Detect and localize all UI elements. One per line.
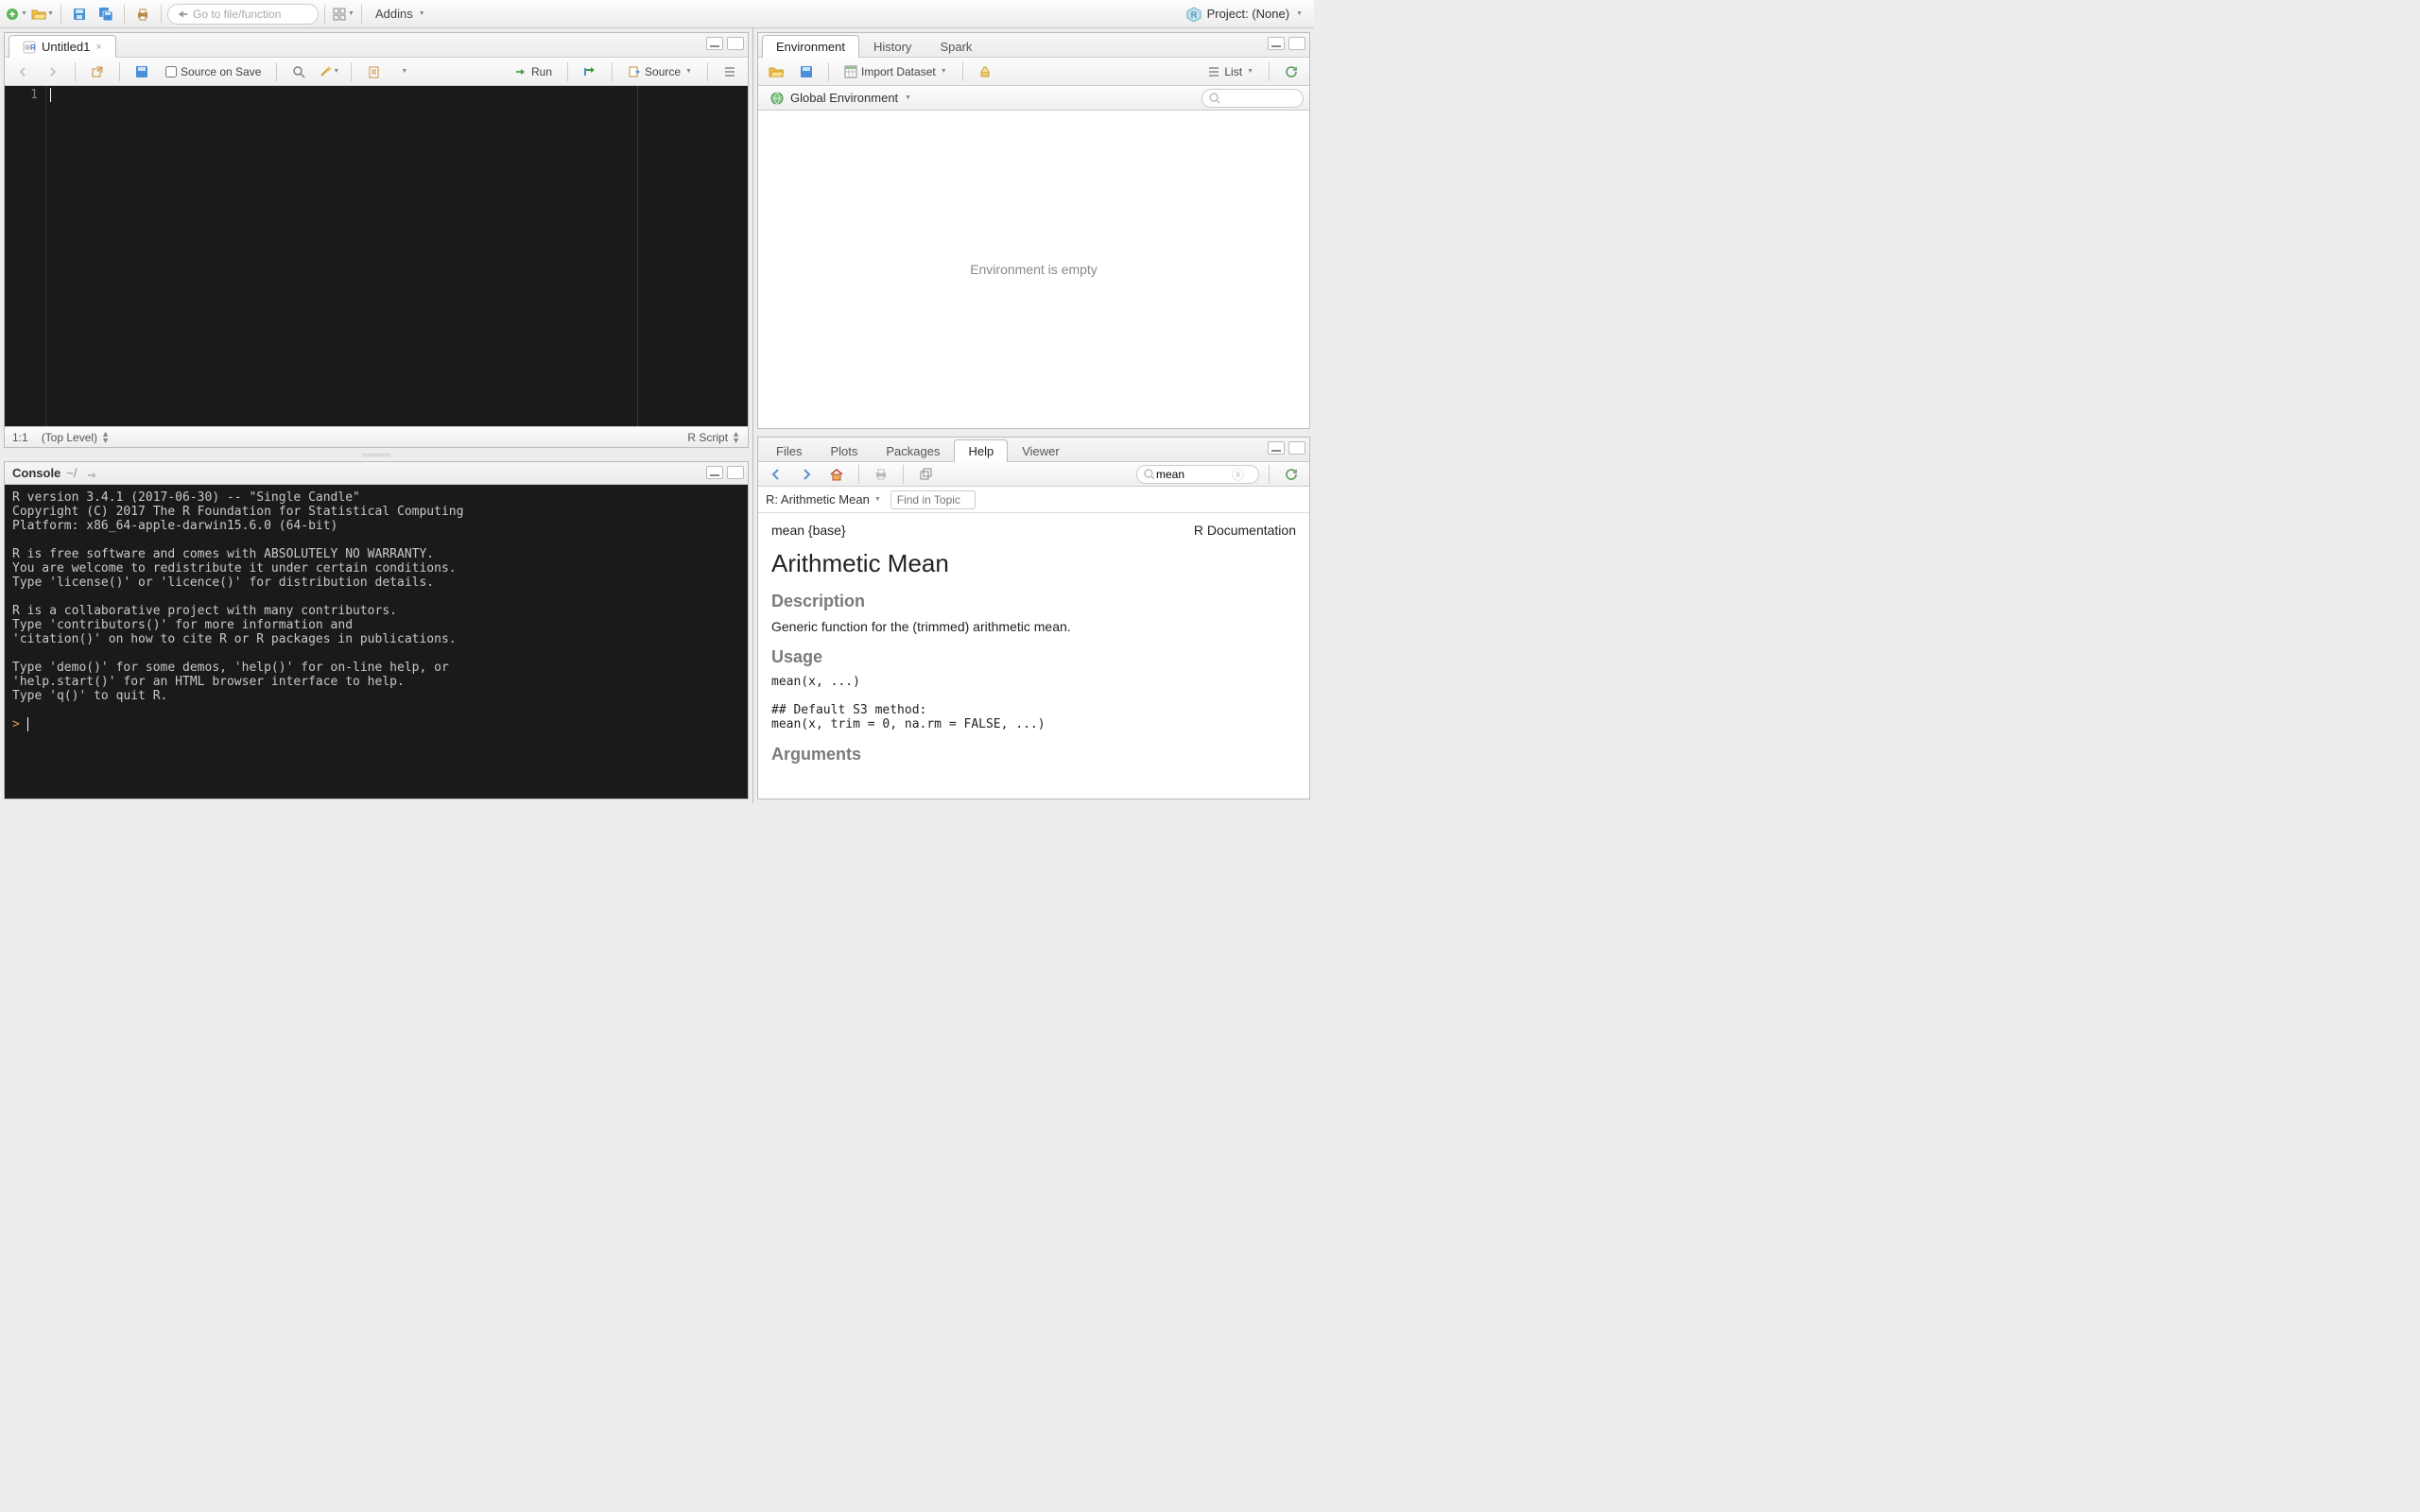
env-search-input[interactable] bbox=[1201, 89, 1304, 108]
env-maximize-button[interactable] bbox=[1288, 37, 1305, 50]
nav-back-button[interactable] bbox=[10, 61, 35, 82]
console-output[interactable]: R version 3.4.1 (2017-06-30) -- "Single … bbox=[5, 485, 748, 799]
r-project-icon: R bbox=[1186, 7, 1201, 22]
help-maximize-button[interactable] bbox=[1288, 441, 1305, 455]
env-scopebar: Global Environment ▼ bbox=[758, 86, 1309, 111]
save-all-button[interactable] bbox=[94, 4, 118, 25]
find-in-topic-input[interactable] bbox=[890, 490, 976, 509]
env-tabs: Environment History Spark bbox=[758, 33, 1309, 58]
rerun-button[interactable] bbox=[578, 61, 602, 82]
help-newwin-button[interactable] bbox=[913, 464, 938, 485]
help-signature: mean {base} bbox=[771, 523, 846, 538]
console-maximize-button[interactable] bbox=[727, 466, 744, 479]
svg-text:R: R bbox=[30, 43, 36, 52]
import-dataset-button[interactable]: Import Dataset ▼ bbox=[838, 63, 953, 80]
help-minimize-button[interactable] bbox=[1268, 441, 1285, 455]
new-file-button[interactable]: ▼ bbox=[4, 4, 28, 25]
file-type-selector[interactable]: R Script bbox=[687, 431, 728, 444]
code-editor[interactable]: 1 bbox=[5, 86, 748, 426]
globe-icon bbox=[769, 91, 785, 106]
close-tab-icon[interactable]: × bbox=[95, 42, 101, 53]
nav-fwd-button[interactable] bbox=[41, 61, 65, 82]
editor-gutter: 1 bbox=[5, 86, 46, 426]
save-workspace-button[interactable] bbox=[794, 61, 819, 82]
env-view-mode[interactable]: List ▼ bbox=[1201, 63, 1259, 80]
tab-files[interactable]: Files bbox=[762, 439, 816, 462]
source-toolbar: Source on Save ▼ ▼ Run Source bbox=[5, 58, 748, 86]
help-print-button[interactable] bbox=[869, 464, 893, 485]
help-back-button[interactable] bbox=[764, 464, 788, 485]
source-button[interactable]: Source ▼ bbox=[622, 63, 698, 80]
help-content[interactable]: mean {base} R Documentation Arithmetic M… bbox=[758, 513, 1309, 799]
env-minimize-button[interactable] bbox=[1268, 37, 1285, 50]
goto-placeholder: Go to file/function bbox=[193, 8, 281, 21]
addins-button[interactable]: Addins ▼ bbox=[368, 4, 433, 25]
save-doc-button[interactable] bbox=[130, 61, 154, 82]
help-search-input[interactable]: ⓧ bbox=[1136, 465, 1259, 484]
help-fwd-button[interactable] bbox=[794, 464, 819, 485]
console-title: Console bbox=[12, 466, 60, 480]
help-refresh-button[interactable] bbox=[1279, 464, 1304, 485]
source-on-save-checkbox[interactable]: Source on Save bbox=[160, 63, 267, 80]
help-crumb-bar: R: Arithmetic Mean▼ bbox=[758, 487, 1309, 513]
help-title: Arithmetic Mean bbox=[771, 549, 1296, 578]
console-path: ~/ bbox=[66, 466, 77, 480]
source-tabs: R Untitled1 × bbox=[5, 33, 748, 58]
clear-workspace-button[interactable] bbox=[973, 61, 997, 82]
open-project-button[interactable]: ▼ bbox=[30, 4, 55, 25]
cursor-position: 1:1 bbox=[12, 431, 28, 444]
tab-environment[interactable]: Environment bbox=[762, 35, 859, 58]
source-pane: R Untitled1 × Source o bbox=[4, 32, 749, 448]
save-button[interactable] bbox=[67, 4, 92, 25]
help-doclabel: R Documentation bbox=[1194, 523, 1296, 538]
tab-plots[interactable]: Plots bbox=[816, 439, 872, 462]
env-body: Environment is empty bbox=[758, 111, 1309, 428]
wand-button[interactable]: ▼ bbox=[317, 61, 341, 82]
console-header: Console ~/ bbox=[5, 462, 748, 485]
env-empty-label: Environment is empty bbox=[970, 262, 1098, 277]
tab-spark[interactable]: Spark bbox=[925, 35, 986, 58]
popout-button[interactable] bbox=[85, 61, 110, 82]
tab-viewer[interactable]: Viewer bbox=[1008, 439, 1074, 462]
source-tab-untitled1[interactable]: R Untitled1 × bbox=[9, 35, 116, 58]
console-minimize-button[interactable] bbox=[706, 466, 723, 479]
env-scope-selector[interactable]: Global Environment ▼ bbox=[764, 89, 917, 108]
tab-history[interactable]: History bbox=[859, 35, 925, 58]
find-button[interactable] bbox=[286, 61, 311, 82]
left-splitter[interactable] bbox=[0, 452, 752, 457]
grid-options-button[interactable]: ▼ bbox=[331, 4, 355, 25]
tab-help[interactable]: Help bbox=[954, 439, 1008, 462]
goto-file-input[interactable]: Go to file/function bbox=[167, 4, 319, 25]
r-doc-icon: R bbox=[23, 41, 36, 54]
print-button[interactable] bbox=[130, 4, 155, 25]
editor-statusbar: 1:1 (Top Level) ▲▼ R Script ▲▼ bbox=[5, 426, 748, 447]
main-toolbar: ▼ ▼ Go to file/function ▼ Addins ▼ R Pro… bbox=[0, 0, 1314, 28]
help-topic-crumb[interactable]: R: Arithmetic Mean▼ bbox=[766, 492, 881, 507]
load-workspace-button[interactable] bbox=[764, 61, 788, 82]
project-menu[interactable]: R Project: (None) ▼ bbox=[1179, 4, 1310, 25]
tab-packages[interactable]: Packages bbox=[872, 439, 954, 462]
outline-button[interactable] bbox=[717, 61, 742, 82]
scope-selector[interactable]: (Top Level) ▲▼ bbox=[42, 431, 110, 444]
notebook-button[interactable] bbox=[361, 61, 386, 82]
help-home-button[interactable] bbox=[824, 464, 849, 485]
console-popout-icon[interactable] bbox=[79, 463, 104, 484]
clear-search-icon[interactable]: ⓧ bbox=[1232, 465, 1244, 483]
run-button[interactable]: Run bbox=[509, 63, 558, 80]
notebook-opts-button[interactable]: ▼ bbox=[391, 61, 416, 82]
svg-text:R: R bbox=[1190, 10, 1197, 20]
source-minimize-button[interactable] bbox=[706, 37, 723, 50]
help-tabs: Files Plots Packages Help Viewer bbox=[758, 438, 1309, 462]
console-pane: Console ~/ R version 3.4.1 (2017-06-30) … bbox=[4, 461, 749, 799]
env-refresh-button[interactable] bbox=[1279, 61, 1304, 82]
environment-pane: Environment History Spark Import Dataset… bbox=[757, 32, 1310, 429]
help-toolbar: ⓧ bbox=[758, 462, 1309, 487]
env-toolbar: Import Dataset ▼ List ▼ bbox=[758, 58, 1309, 86]
source-maximize-button[interactable] bbox=[727, 37, 744, 50]
help-pane: Files Plots Packages Help Viewer bbox=[757, 437, 1310, 799]
